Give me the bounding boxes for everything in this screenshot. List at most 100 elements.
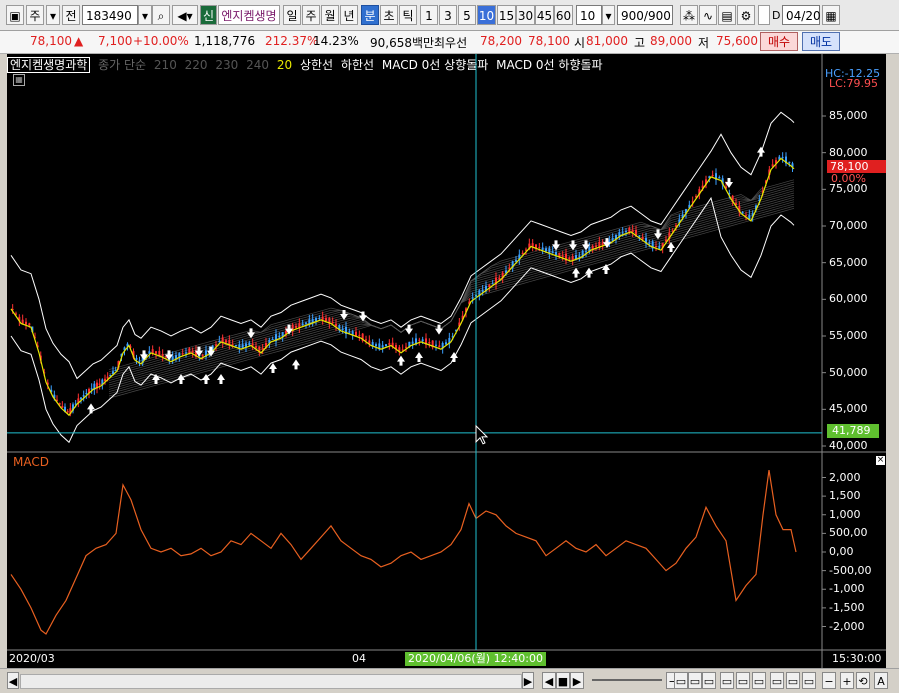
chart-legend: 엔지켐생명과학 종가 단순 210 220 230 240 20 상한선 하한선…: [7, 56, 607, 73]
interval-60[interactable]: 60: [554, 5, 573, 25]
candle-body: [521, 252, 524, 255]
window-icon-8[interactable]: ▭: [786, 672, 800, 689]
candle-body: [25, 321, 27, 325]
save-icon[interactable]: ▤: [718, 5, 736, 25]
candle-body: [325, 317, 327, 322]
window-icon-4[interactable]: ▭: [720, 672, 734, 689]
buy-button[interactable]: 매수: [760, 32, 798, 51]
interval-3[interactable]: 3: [439, 5, 457, 25]
candle-body: [585, 251, 587, 253]
period-month[interactable]: 월: [321, 5, 339, 25]
candle-body: [201, 354, 204, 357]
candle-body: [225, 340, 227, 343]
candle-body: [491, 283, 494, 285]
candle-body: [608, 240, 611, 242]
grid-icon[interactable]: ▦: [13, 74, 25, 86]
sound-icon[interactable]: ◀▾: [172, 5, 198, 25]
candle-body: [85, 392, 88, 394]
hc-label: HC:-12.25: [825, 67, 881, 80]
candle-body: [641, 236, 644, 240]
period-year[interactable]: 년: [340, 5, 358, 25]
type-button[interactable]: 주: [26, 5, 44, 25]
count-input[interactable]: 900/900: [617, 5, 673, 25]
candle-body: [301, 323, 304, 326]
legend-macd-up: MACD 0선 상향돌파: [381, 58, 489, 72]
ma-ribbon-line: [108, 205, 795, 397]
candle-body: [215, 344, 217, 346]
candle-body: [595, 245, 597, 247]
candle-body: [435, 344, 437, 346]
scroll-track[interactable]: [20, 674, 522, 689]
signal-up-arrow: [397, 355, 405, 366]
scroll-left-icon[interactable]: ◀: [7, 672, 19, 689]
macd-axis-label: -1,500: [829, 600, 865, 614]
settings-icon[interactable]: ⚙: [737, 5, 755, 25]
candle-body: [428, 342, 431, 344]
window-icon-1[interactable]: ▭: [674, 672, 688, 689]
period-minute[interactable]: 분: [361, 5, 379, 25]
interval-15[interactable]: 15: [497, 5, 516, 25]
price-axis-label: 60,000: [829, 292, 868, 306]
play-icon[interactable]: ▶: [570, 672, 584, 689]
signal-up-arrow: [757, 146, 765, 157]
candle-body: [245, 343, 247, 347]
scroll-right-icon[interactable]: ▶: [522, 672, 534, 689]
interval-5[interactable]: 5: [458, 5, 476, 25]
stop-icon[interactable]: ■: [556, 672, 570, 689]
play-back-icon[interactable]: ◀: [542, 672, 556, 689]
macd-close-icon[interactable]: ×: [876, 456, 885, 465]
price-chart-svg[interactable]: [7, 54, 886, 668]
period-second[interactable]: 초: [380, 5, 398, 25]
signal-down-arrow: [247, 328, 255, 339]
prev-button[interactable]: 전: [62, 5, 80, 25]
indicator-icon[interactable]: ⁂: [680, 5, 698, 25]
candle-body: [625, 231, 627, 233]
candle-body: [161, 354, 164, 357]
candle-body: [655, 245, 657, 247]
interval-45[interactable]: 45: [535, 5, 554, 25]
candle-body: [541, 247, 544, 250]
period-day[interactable]: 일: [283, 5, 301, 25]
reset-icon[interactable]: ⟲: [856, 672, 870, 689]
period-tick[interactable]: 틱: [399, 5, 417, 25]
window-icon-7[interactable]: ▭: [770, 672, 784, 689]
code-input[interactable]: 183490: [82, 5, 138, 25]
date-checkbox[interactable]: [758, 5, 770, 25]
chart-panel[interactable]: 엔지켐생명과학 종가 단순 210 220 230 240 20 상한선 하한선…: [7, 54, 886, 668]
amount: 90,658백만: [370, 36, 435, 50]
auto-icon[interactable]: A: [874, 672, 888, 689]
window-icon-6[interactable]: ▭: [752, 672, 766, 689]
candle-body: [621, 232, 624, 234]
macd-axis-label: -2,000: [829, 619, 865, 633]
window-icon-3[interactable]: ▭: [702, 672, 716, 689]
date-input[interactable]: 04/20: [782, 5, 821, 25]
zoom-slider[interactable]: [592, 672, 662, 689]
price-axis-label: 50,000: [829, 365, 868, 379]
candle-body: [418, 339, 421, 341]
window-icon-2[interactable]: ▭: [688, 672, 702, 689]
code-dropdown-icon[interactable]: ▾: [138, 5, 152, 25]
search-icon[interactable]: ⌕: [152, 5, 170, 25]
interval-1[interactable]: 1: [420, 5, 438, 25]
chart-type-icon[interactable]: ▣: [6, 5, 24, 25]
draw-icon[interactable]: ∿: [699, 5, 717, 25]
sell-button[interactable]: 매도: [802, 32, 840, 51]
type-dropdown-icon[interactable]: ▾: [46, 5, 60, 25]
interval-select[interactable]: 10: [576, 5, 602, 25]
interval-dropdown-icon[interactable]: ▾: [602, 5, 615, 25]
candle-body: [561, 255, 564, 257]
window-icon-5[interactable]: ▭: [736, 672, 750, 689]
interval-30[interactable]: 30: [516, 5, 535, 25]
d-label: D: [772, 9, 781, 22]
interval-10[interactable]: 10: [477, 5, 496, 25]
candle-body: [658, 246, 661, 249]
calendar-icon[interactable]: ▦: [822, 5, 840, 25]
candle-body: [248, 342, 251, 346]
window-icon-9[interactable]: ▭: [802, 672, 816, 689]
stock-name[interactable]: 엔지켐생명: [218, 5, 280, 25]
candle-body: [711, 174, 714, 176]
candle-body: [405, 346, 407, 348]
zoom-minus-icon[interactable]: −: [822, 672, 836, 689]
zoom-plus-icon[interactable]: +: [840, 672, 854, 689]
period-week[interactable]: 주: [302, 5, 320, 25]
